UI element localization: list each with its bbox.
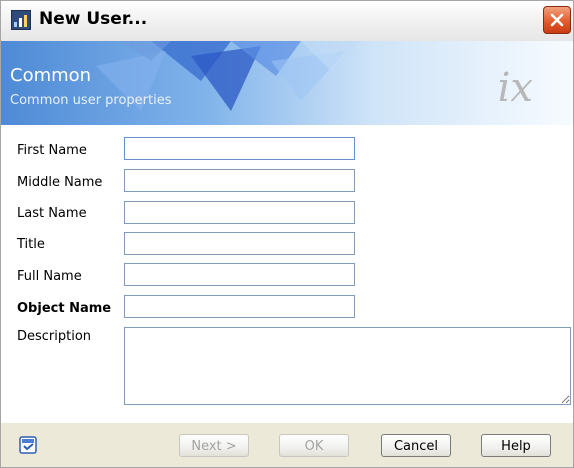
banner-subtitle: Common user properties	[10, 93, 172, 108]
description-label: Description	[17, 329, 92, 344]
object-name-label: Object Name	[17, 301, 112, 316]
title-field[interactable]	[124, 232, 355, 255]
banner-title: Common	[10, 65, 92, 86]
new-user-dialog: New User... Common Common user propertie…	[0, 0, 574, 468]
help-button[interactable]: Help	[481, 434, 551, 457]
close-button[interactable]	[543, 6, 571, 34]
first-name-label: First Name	[17, 143, 87, 158]
window-title: New User...	[39, 9, 148, 29]
middle-name-label: Middle Name	[17, 175, 103, 190]
middle-name-field[interactable]	[124, 169, 355, 192]
next-button[interactable]: Next >	[179, 434, 249, 457]
form-panel: First Name Middle Name Last Name Title F…	[1, 125, 573, 423]
first-name-field[interactable]	[124, 137, 355, 160]
title-label: Title	[17, 237, 45, 252]
cancel-button[interactable]: Cancel	[381, 434, 451, 457]
ix-logo: ix	[497, 65, 533, 111]
user-window-icon	[11, 10, 31, 30]
close-icon	[550, 13, 564, 27]
dialog-footer: Next > OK Cancel Help	[1, 423, 573, 467]
full-name-label: Full Name	[17, 269, 82, 284]
description-field[interactable]	[124, 327, 571, 405]
last-name-field[interactable]	[124, 201, 355, 224]
header-banner: Common Common user properties ix	[1, 41, 573, 125]
title-bar[interactable]: New User...	[1, 1, 573, 42]
ok-button[interactable]: OK	[279, 434, 349, 457]
full-name-field[interactable]	[124, 263, 355, 286]
help-topic-icon[interactable]	[19, 436, 37, 454]
last-name-label: Last Name	[17, 206, 87, 221]
object-name-field[interactable]	[124, 295, 355, 318]
